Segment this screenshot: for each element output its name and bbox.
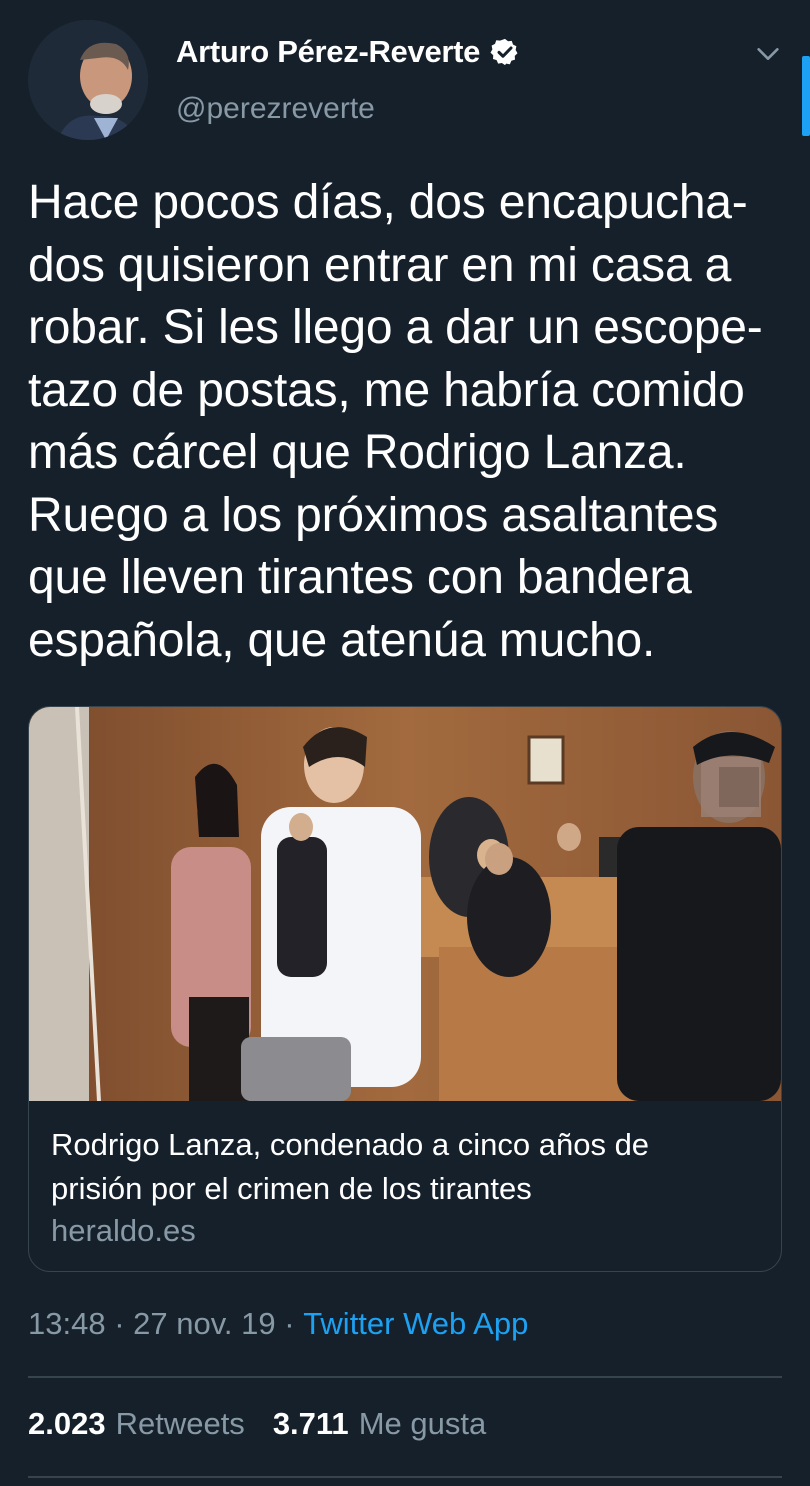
tweet-date[interactable]: 27 nov. 19 [133,1306,275,1342]
avatar-image [28,20,148,140]
tweet-text: Hace pocos días, dos encapucha- dos quis… [28,176,763,667]
scrollbar[interactable] [802,56,810,136]
card-domain[interactable]: heraldo.es [51,1213,196,1249]
retweets-count[interactable]: 2.023 [28,1406,106,1442]
card-title[interactable]: Rodrigo Lanza, condenado a cinco años de… [51,1123,751,1211]
display-name[interactable]: Arturo Pérez-Reverte [176,34,480,70]
likes-label[interactable]: Me gusta [359,1406,487,1442]
tweet-stats: 2.023 Retweets 3.711 Me gusta [28,1406,486,1442]
chevron-down-icon[interactable] [754,40,782,68]
name-row: Arturo Pérez-Reverte [176,34,520,70]
link-card[interactable]: Rodrigo Lanza, condenado a cinco años de… [28,706,782,1272]
avatar[interactable] [28,20,148,140]
tweet-meta: 13:48 · 27 nov. 19 · Twitter Web App [28,1306,528,1342]
meta-separator: · [105,1306,134,1341]
divider [28,1476,782,1478]
tweet-time[interactable]: 13:48 [28,1306,106,1342]
handle[interactable]: @perezreverte [176,92,375,126]
tweet-header: Arturo Pérez-Reverte @perezreverte [28,20,782,140]
likes-count[interactable]: 3.711 [273,1406,349,1442]
card-image[interactable] [29,707,781,1101]
verified-badge-icon [490,38,518,66]
meta-separator: · [275,1306,304,1341]
divider [28,1376,782,1378]
courtroom-photo [29,707,781,1101]
tweet-source-link[interactable]: Twitter Web App [303,1306,528,1342]
retweets-label[interactable]: Retweets [116,1406,245,1442]
